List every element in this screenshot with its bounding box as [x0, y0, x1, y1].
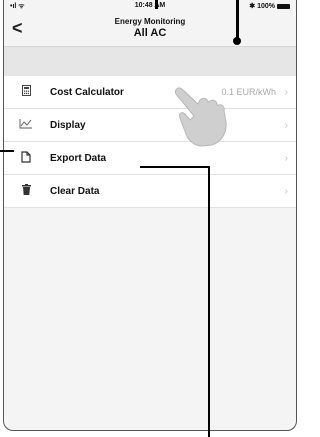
nav-title: All AC — [133, 27, 167, 39]
export-data-label: Export Data — [50, 152, 107, 164]
phone-screen: •ıl ᯤ 10:48 AM ✱ 100% < Energy Monitorin… — [3, 0, 297, 431]
cost-calculator-row[interactable]: Cost Calculator 0.1 EUR/kWh › — [4, 76, 296, 109]
status-bar: •ıl ᯤ 10:48 AM ✱ 100% — [4, 0, 296, 12]
chart-icon — [16, 118, 36, 132]
display-row[interactable]: Display › — [4, 109, 296, 142]
export-icon — [16, 150, 36, 166]
trash-icon — [16, 184, 36, 198]
callout-dot-title — [233, 37, 241, 45]
export-data-row[interactable]: Export Data › — [4, 142, 296, 175]
battery-label: ✱ 100% — [249, 3, 275, 10]
callout-line-export-v — [208, 166, 210, 437]
callout-line-export-h — [140, 166, 210, 168]
nav-subtitle: Energy Monitoring — [114, 17, 186, 26]
navigation-bar: < Energy Monitoring All AC — [4, 12, 296, 46]
chevron-right-icon: › — [284, 86, 288, 98]
battery-indicator: ✱ 100% — [249, 2, 290, 10]
pointing-hand-icon — [175, 87, 227, 147]
calculator-icon — [16, 85, 36, 99]
chevron-right-icon: › — [284, 152, 288, 164]
display-label: Display — [50, 119, 86, 131]
chevron-right-icon: › — [284, 119, 288, 131]
callout-line-display — [0, 150, 14, 152]
callout-line-title — [236, 0, 239, 40]
clear-data-label: Clear Data — [50, 185, 100, 197]
chevron-right-icon: › — [284, 185, 288, 197]
battery-icon — [277, 3, 290, 9]
clear-data-row[interactable]: Clear Data › — [4, 175, 296, 208]
cost-calculator-label: Cost Calculator — [50, 86, 124, 98]
settings-list: Cost Calculator 0.1 EUR/kWh › Display › … — [4, 76, 296, 208]
callout-line-time — [155, 0, 158, 9]
section-separator — [4, 46, 296, 77]
